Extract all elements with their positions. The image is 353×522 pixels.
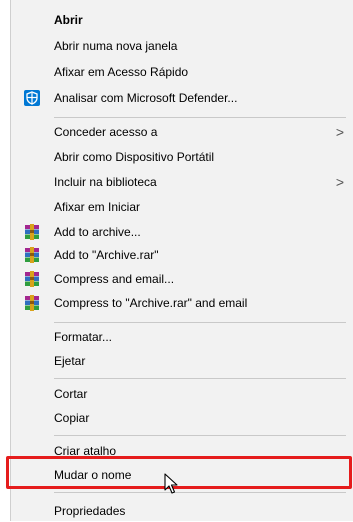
winrar-icon [24,224,40,240]
chevron-right-icon: > [335,174,344,190]
menu-item-formatar[interactable]: Formatar... [11,326,353,348]
menu-item-copiar[interactable]: Copiar [11,407,353,429]
menu-item-abrir-nova-janela[interactable]: Abrir numa nova janela [11,35,353,57]
menu-item-label: Compress and email... [54,272,175,286]
highlight-box [6,456,352,489]
defender-shield-icon [24,90,40,106]
menu-item-add-to-archive-rar[interactable]: Add to "Archive.rar" [11,244,353,266]
menu-item-compress-email[interactable]: Compress and email... [11,268,353,290]
mouse-cursor-icon [164,473,178,494]
menu-item-propriedades[interactable]: Propriedades [11,500,353,522]
menu-item-incluir-biblioteca[interactable]: Incluir na biblioteca > [11,171,353,193]
winrar-icon [24,247,40,263]
menu-item-label: Copiar [54,411,90,425]
winrar-icon [24,271,40,287]
menu-item-add-to-archive[interactable]: Add to archive... [11,221,353,243]
menu-item-afixar-acesso-rapido[interactable]: Afixar em Acesso Rápido [11,61,353,83]
menu-item-label: Abrir numa nova janela [54,39,178,53]
menu-item-label: Analisar com Microsoft Defender... [54,91,238,105]
menu-item-compress-archive-email[interactable]: Compress to "Archive.rar" and email [11,292,353,314]
chevron-right-icon: > [335,124,344,140]
context-menu: Abrir Abrir numa nova janela Afixar em A… [10,0,353,521]
menu-item-afixar-iniciar[interactable]: Afixar em Iniciar [11,196,353,218]
menu-separator [54,378,346,379]
menu-item-label: Add to "Archive.rar" [54,248,159,262]
menu-item-label: Compress to "Archive.rar" and email [54,296,248,310]
menu-item-label: Ejetar [54,354,86,368]
menu-item-ejetar[interactable]: Ejetar [11,350,353,372]
menu-item-label: Afixar em Iniciar [54,200,141,214]
menu-item-label: Propriedades [54,504,126,518]
menu-item-label: Incluir na biblioteca [54,175,157,189]
menu-item-label: Abrir como Dispositivo Portátil [54,150,215,164]
menu-item-label: Formatar... [54,330,113,344]
menu-item-label: Conceder acesso a [54,125,158,139]
menu-item-label: Abrir [54,13,83,27]
menu-separator [54,322,346,323]
winrar-icon [24,295,40,311]
menu-separator [54,435,346,436]
menu-separator [54,492,346,493]
menu-item-analisar-defender[interactable]: Analisar com Microsoft Defender... [11,87,353,109]
menu-item-cortar[interactable]: Cortar [11,383,353,405]
menu-item-conceder-acesso[interactable]: Conceder acesso a > [11,121,353,143]
menu-item-abrir[interactable]: Abrir [11,9,353,31]
menu-separator [54,117,346,118]
menu-item-dispositivo-portatil[interactable]: Abrir como Dispositivo Portátil [11,146,353,168]
menu-item-label: Add to archive... [54,225,141,239]
menu-item-label: Afixar em Acesso Rápido [54,65,189,79]
menu-item-label: Cortar [54,387,88,401]
